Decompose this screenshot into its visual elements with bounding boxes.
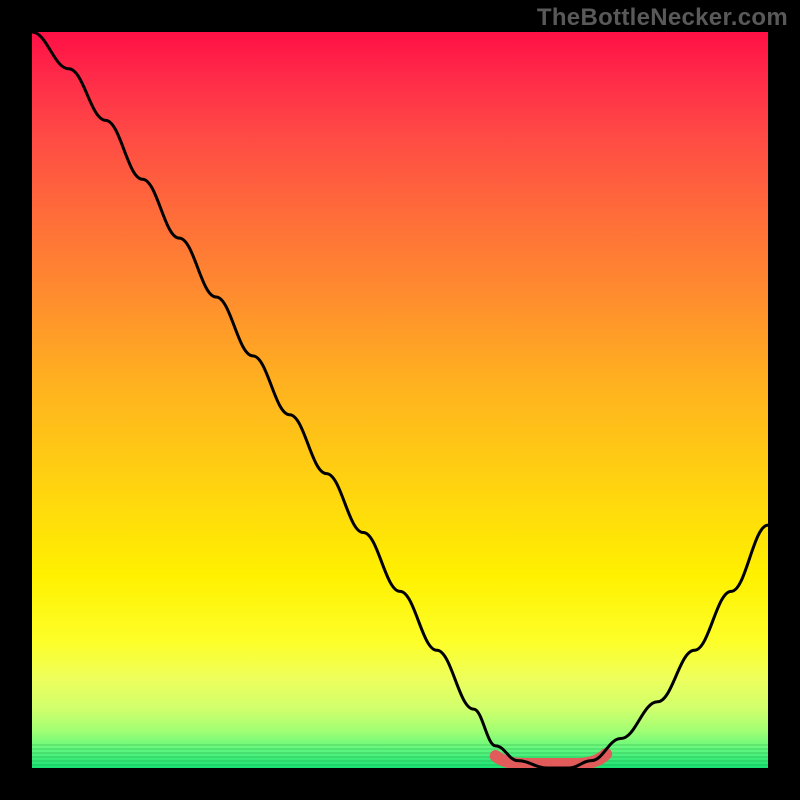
curve-layer bbox=[32, 32, 768, 768]
watermark-label: TheBottleNecker.com bbox=[537, 4, 788, 32]
plot-area bbox=[32, 32, 768, 768]
chart-container: TheBottleNecker.com bbox=[0, 0, 800, 800]
bottleneck-curve bbox=[32, 32, 768, 768]
